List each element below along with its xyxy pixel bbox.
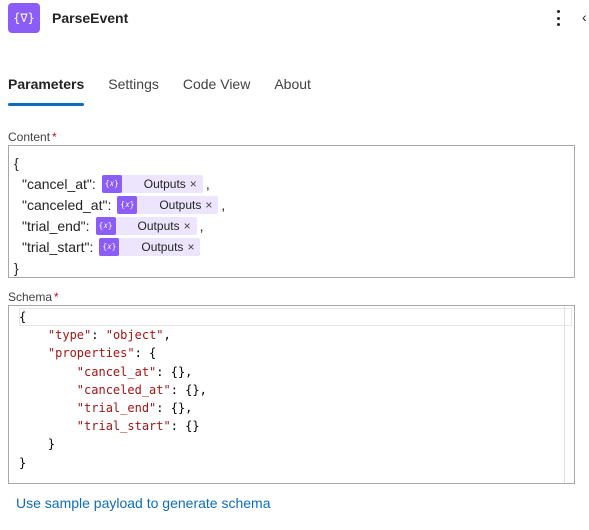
expression-icon: {𝑥} [99, 237, 120, 256]
tab-settings[interactable]: Settings [108, 76, 159, 106]
content-key: "cancel_at": [22, 175, 96, 192]
more-vertical-icon[interactable] [552, 8, 564, 28]
content-open-brace: { [14, 154, 19, 171]
action-title[interactable]: ParseEvent [52, 10, 128, 26]
code-line: "cancel_at": {}, [76, 364, 193, 379]
code-line: "trial_end": {}, [76, 401, 193, 416]
schema-label-text: Schema [8, 290, 53, 304]
tab-parameters[interactable]: Parameters [8, 76, 85, 106]
code-line: } [19, 437, 56, 452]
content-comma: , [205, 175, 210, 192]
action-header: {∇} ParseEvent ‹ [0, 0, 589, 40]
content-label: Content * [8, 130, 57, 144]
content-key: "canceled_at": [22, 196, 112, 213]
code-line: "properties": { [47, 346, 157, 361]
expression-icon: {𝑥} [101, 174, 122, 193]
content-key: "trial_start": [22, 238, 94, 255]
content-row: "trial_end": {𝑥} Outputs × , [14, 215, 569, 236]
remove-token-icon[interactable]: × [190, 174, 203, 194]
tab-about[interactable]: About [274, 76, 311, 106]
dynamic-content-token[interactable]: {𝑥} Outputs × [101, 174, 203, 194]
required-asterisk: * [52, 130, 57, 144]
editor-gutter [9, 306, 19, 483]
schema-label: Schema * [8, 290, 59, 304]
content-row: "canceled_at": {𝑥} Outputs × , [14, 194, 569, 215]
content-close-brace: } [14, 259, 19, 276]
schema-code[interactable]: { "type": "object", "properties": { "can… [19, 308, 572, 481]
remove-token-icon[interactable]: × [205, 195, 218, 215]
editor-scrollbar[interactable] [564, 306, 574, 483]
remove-token-icon[interactable]: × [184, 216, 197, 236]
content-comma: , [199, 217, 204, 234]
content-input[interactable]: { "cancel_at": {𝑥} Outputs × , "canceled… [8, 145, 575, 278]
content-comma: , [221, 196, 226, 213]
code-line: { [19, 310, 27, 324]
token-label: Outputs [143, 176, 186, 191]
dynamic-content-token[interactable]: {𝑥} Outputs × [95, 216, 197, 236]
collapse-panel-icon[interactable]: ‹ [582, 9, 587, 25]
content-row: "cancel_at": {𝑥} Outputs × , [14, 173, 569, 194]
code-line: "type": "object", [47, 328, 171, 343]
data-operation-icon: {∇} [8, 3, 40, 33]
expression-icon: {𝑥} [95, 216, 116, 235]
content-label-text: Content [8, 130, 51, 144]
token-label: Outputs [159, 197, 202, 212]
code-line: } [19, 455, 27, 470]
code-line: "canceled_at": {}, [76, 382, 207, 397]
token-label: Outputs [137, 218, 180, 233]
required-asterisk: * [54, 290, 59, 304]
code-line: "trial_start": {} [76, 419, 200, 434]
tab-code-view[interactable]: Code View [183, 76, 250, 106]
tab-bar: Parameters Settings Code View About [8, 76, 335, 106]
content-row: "trial_start": {𝑥} Outputs × [14, 236, 569, 257]
generate-schema-link[interactable]: Use sample payload to generate schema [16, 495, 270, 511]
content-key: "trial_end": [22, 217, 90, 234]
dynamic-content-token[interactable]: {𝑥} Outputs × [117, 195, 219, 215]
dynamic-content-token[interactable]: {𝑥} Outputs × [99, 237, 201, 257]
remove-token-icon[interactable]: × [187, 237, 200, 257]
expression-icon: {𝑥} [117, 195, 138, 214]
schema-editor[interactable]: { "type": "object", "properties": { "can… [8, 305, 575, 484]
token-label: Outputs [141, 239, 184, 254]
